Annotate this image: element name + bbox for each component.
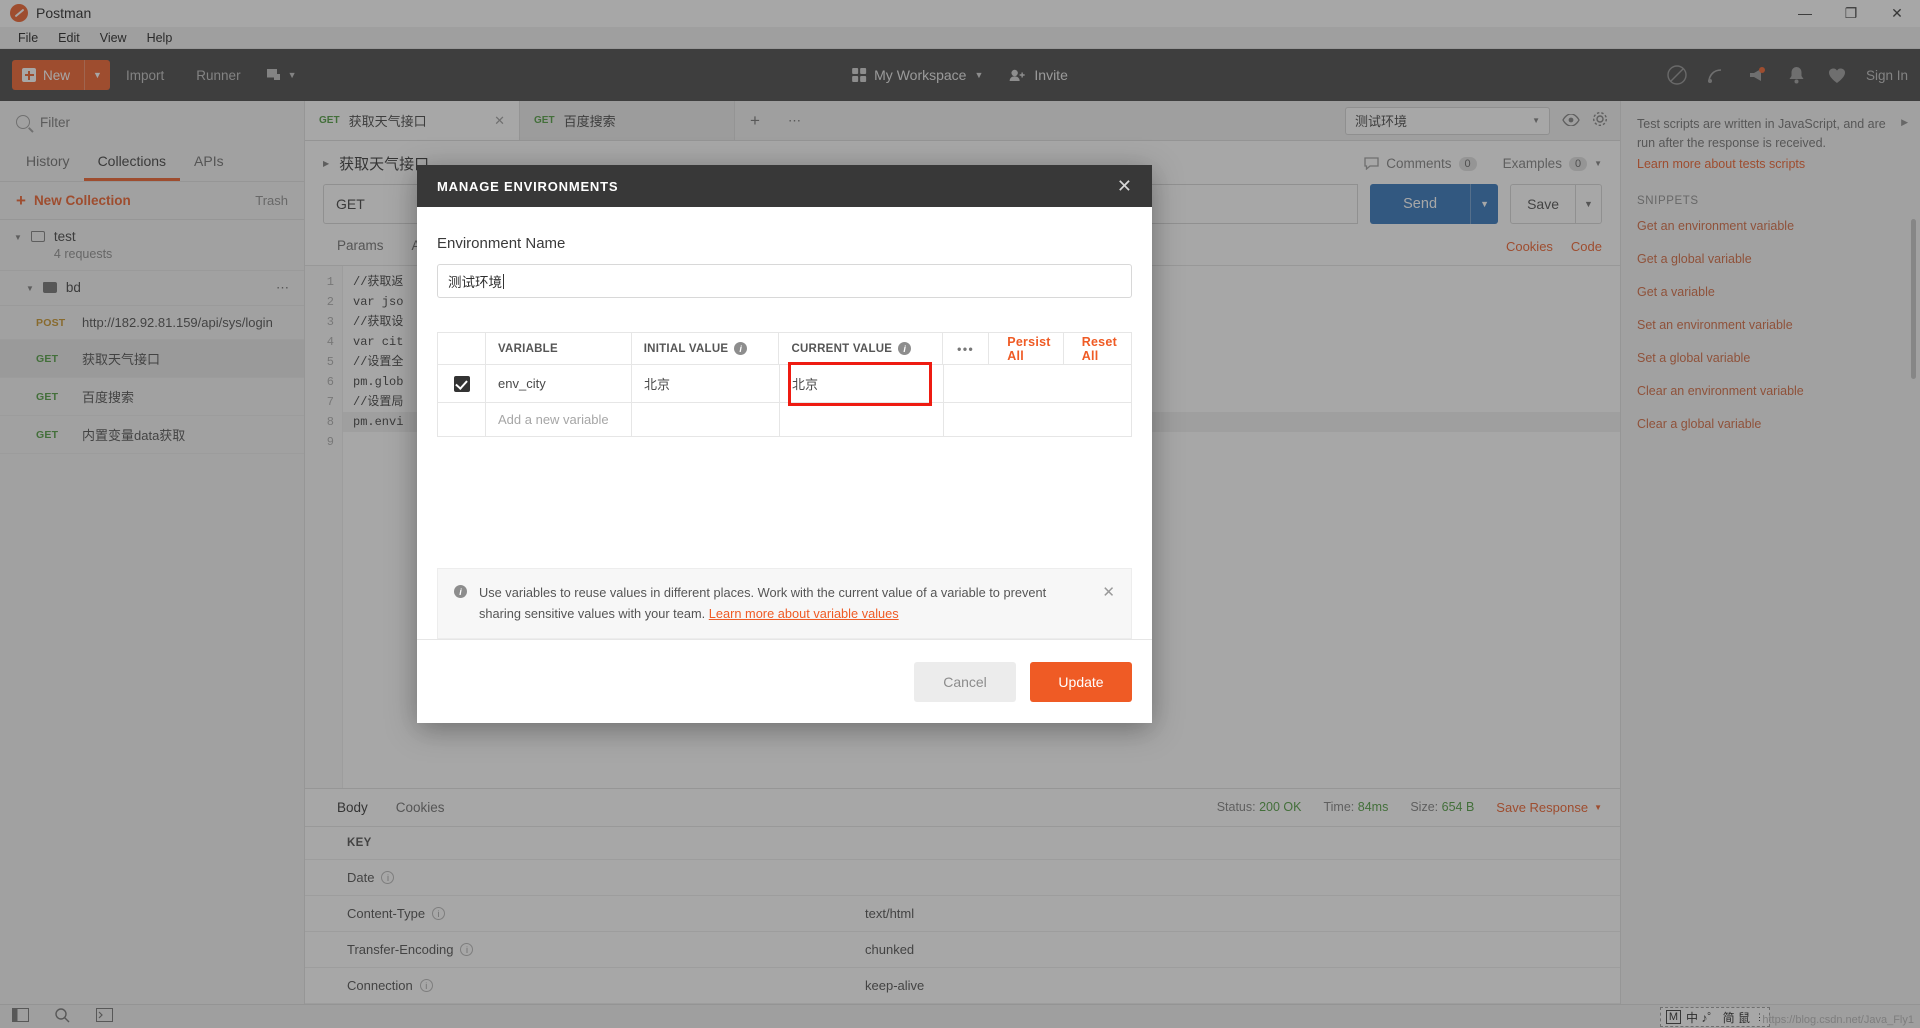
cancel-button[interactable]: Cancel: [914, 661, 1016, 702]
variable-name: env_city: [498, 376, 546, 391]
column-variable: VARIABLE: [486, 333, 632, 364]
variables-table-header: VARIABLE INITIAL VALUE i CURRENT VALUE i •…: [438, 333, 1131, 365]
info-icon[interactable]: i: [898, 342, 912, 355]
info-banner-text: Use variables to reuse values in differe…: [479, 583, 1090, 624]
close-icon[interactable]: ✕: [1117, 177, 1132, 195]
current-value-cell[interactable]: 北京: [780, 361, 944, 406]
checkbox-checked-icon[interactable]: [453, 375, 470, 392]
text-caret: [503, 273, 504, 289]
table-row: env_city 北京 北京: [438, 361, 1131, 406]
persist-all-button[interactable]: Persist All: [995, 333, 1064, 364]
close-banner-icon[interactable]: ✕: [1102, 583, 1115, 601]
manage-environments-modal: MANAGE ENVIRONMENTS ✕ Environment Name 测…: [417, 165, 1152, 723]
current-value: 北京: [792, 377, 819, 392]
update-button[interactable]: Update: [1030, 661, 1132, 702]
more-options-icon[interactable]: •••: [943, 333, 990, 364]
add-variable-placeholder: Add a new variable: [498, 412, 609, 427]
initial-value: 北京: [644, 377, 671, 392]
learn-more-variable-values-link[interactable]: Learn more about variable values: [709, 606, 899, 621]
reset-all-button[interactable]: Reset All: [1070, 333, 1131, 364]
column-initial-value: INITIAL VALUE i: [632, 333, 780, 364]
info-banner: i Use variables to reuse values in diffe…: [437, 568, 1132, 639]
environment-name-label: Environment Name: [437, 235, 566, 252]
variables-table: VARIABLE INITIAL VALUE i CURRENT VALUE i •…: [437, 332, 1132, 437]
select-all-cell: [438, 333, 486, 364]
environment-name-input[interactable]: 测试环境: [437, 264, 1132, 298]
info-icon[interactable]: i: [734, 342, 748, 355]
environment-name-value: 测试环境: [448, 275, 502, 290]
modal-title: MANAGE ENVIRONMENTS: [437, 178, 619, 194]
modal-body: Environment Name 测试环境 VARIABLE INITIAL V…: [417, 207, 1152, 639]
table-actions: ••• Persist All Reset All: [943, 333, 1131, 364]
column-current-value: CURRENT VALUE i: [779, 333, 944, 364]
modal-header: MANAGE ENVIRONMENTS ✕: [417, 165, 1152, 207]
row-checkbox-cell[interactable]: [438, 365, 486, 402]
modal-footer: Cancel Update: [417, 639, 1152, 723]
info-icon: i: [454, 585, 467, 599]
add-variable-row[interactable]: Add a new variable: [438, 403, 1131, 437]
